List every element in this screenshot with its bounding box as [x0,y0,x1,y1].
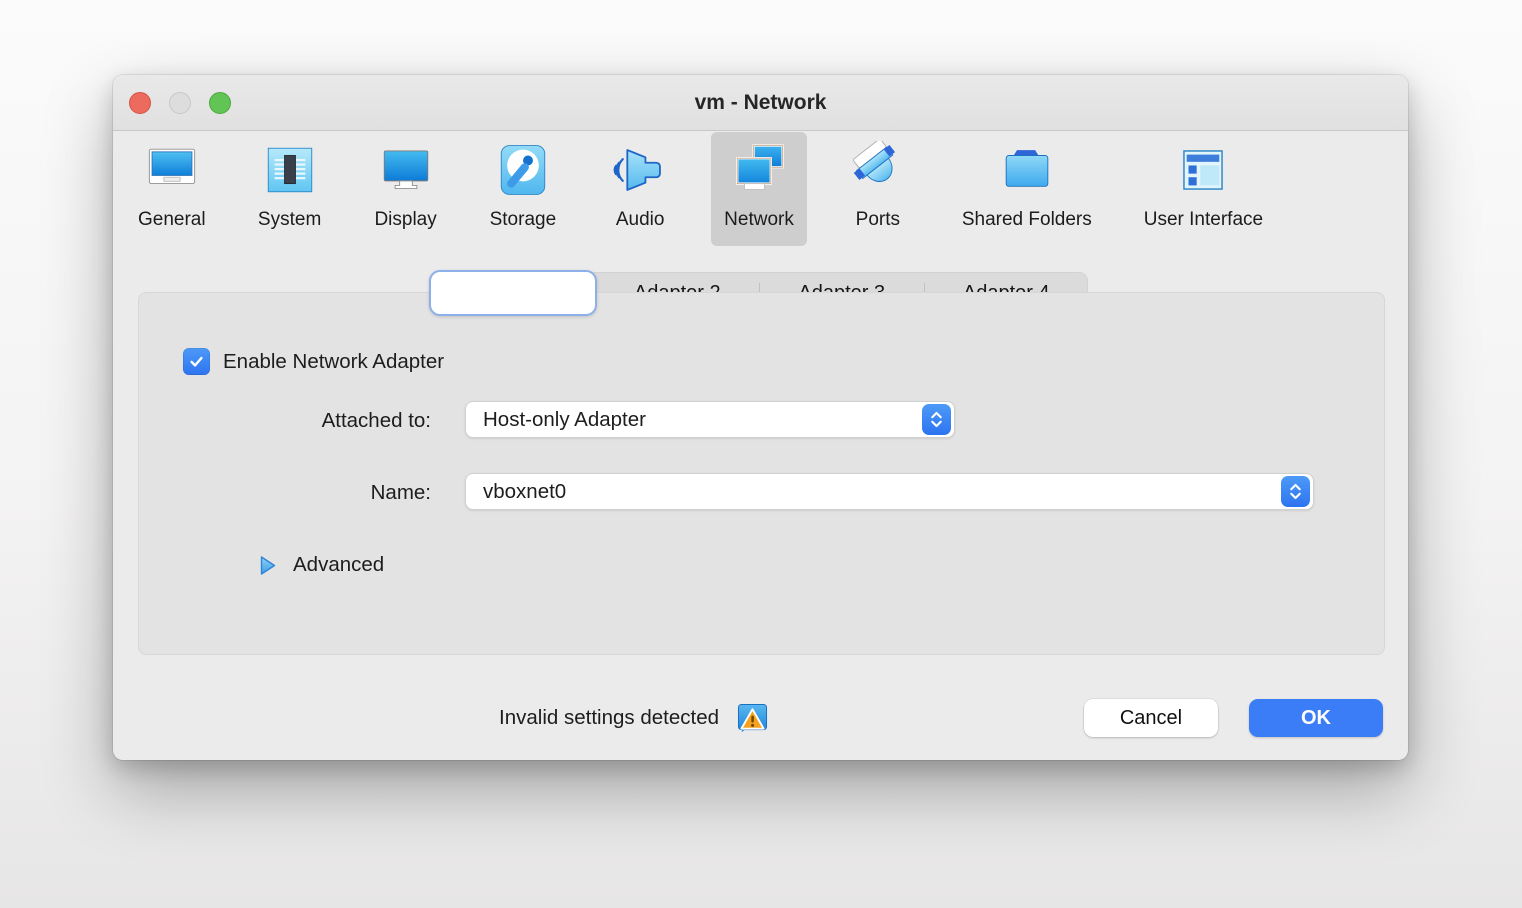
name-select[interactable]: vboxnet0 [465,473,1314,510]
system-chip-icon [258,138,322,202]
toolbar-item-ports[interactable]: Ports [833,132,923,246]
attached-to-label: Attached to: [139,409,431,433]
user-interface-window-icon [1171,138,1235,202]
audio-speaker-icon [608,138,672,202]
shared-folders-icon [995,138,1059,202]
toolbar-item-audio[interactable]: Audio [595,132,685,246]
vm-network-settings-window: vm - Network General [113,75,1408,760]
attached-to-select[interactable]: Host-only Adapter [465,401,955,438]
toolbar-item-network[interactable]: Network [711,132,807,246]
settings-toolbar: General [113,132,1408,250]
toolbar-label: Display [374,209,436,231]
ok-button[interactable]: OK [1249,699,1383,737]
adapter-settings-panel: Enable Network Adapter Attached to: Host… [138,292,1385,655]
title-bar[interactable]: vm - Network [113,75,1408,131]
attached-to-value: Host-only Adapter [483,408,646,432]
cancel-button[interactable]: Cancel [1084,699,1218,737]
toolbar-label: User Interface [1144,209,1263,231]
toolbar-label: Audio [616,209,665,231]
toolbar-label: System [258,209,321,231]
toolbar-item-display[interactable]: Display [361,132,451,246]
toolbar-item-storage[interactable]: Storage [477,132,570,246]
enable-network-adapter-label: Enable Network Adapter [223,350,444,374]
status-area: Invalid settings detected [113,699,768,737]
toolbar-label: Shared Folders [962,209,1092,231]
disclosure-triangle-icon [260,555,276,576]
storage-disk-icon [491,138,555,202]
toolbar-item-user-interface[interactable]: User Interface [1131,132,1276,246]
checkmark-icon [187,352,206,371]
enable-network-adapter-checkbox[interactable] [183,348,210,375]
name-label: Name: [139,481,431,505]
toolbar-item-system[interactable]: System [245,132,335,246]
toolbar-label: Ports [856,209,900,231]
window-title: vm - Network [113,75,1408,131]
advanced-disclosure[interactable]: Advanced [260,553,384,577]
advanced-label: Advanced [293,553,384,577]
chevron-up-down-icon [1281,476,1310,507]
toolbar-label: Storage [490,209,557,231]
warning-icon [737,703,768,734]
chevron-up-down-icon [922,404,951,435]
name-value: vboxnet0 [483,480,566,504]
ports-connector-icon [846,138,910,202]
toolbar-item-shared-folders[interactable]: Shared Folders [949,132,1105,246]
toolbar-label: General [138,209,206,231]
toolbar-label: Network [724,209,794,231]
display-monitor-icon [374,138,438,202]
network-monitors-icon [727,138,791,202]
general-monitor-icon [140,138,204,202]
toolbar-item-general[interactable]: General [125,132,219,246]
tab-adapter-1[interactable] [429,270,597,316]
status-text: Invalid settings detected [499,706,719,730]
